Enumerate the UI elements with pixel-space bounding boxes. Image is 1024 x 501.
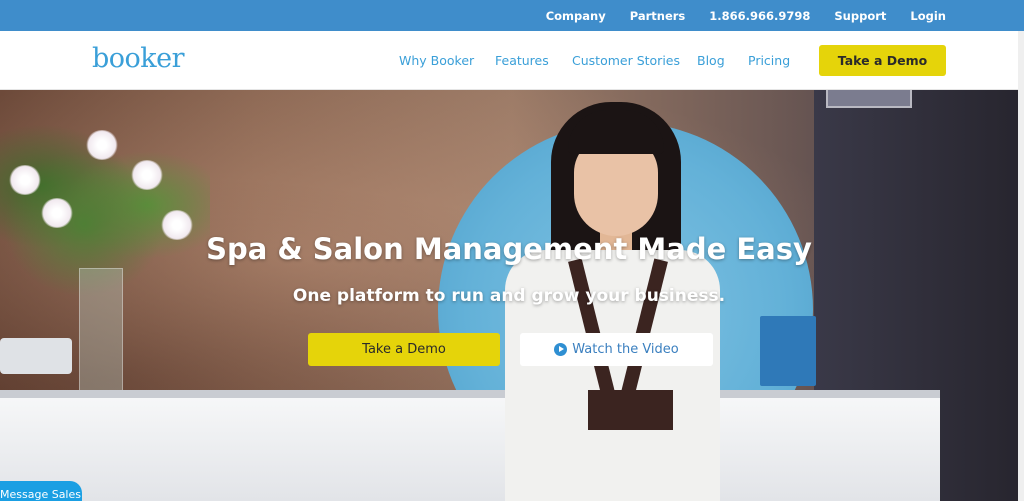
hero-title: Spa & Salon Management Made Easy — [206, 232, 812, 266]
lily-flower — [85, 130, 119, 160]
desk-monitor — [760, 316, 816, 386]
header-take-demo-button[interactable]: Take a Demo — [819, 45, 946, 76]
nav-pricing[interactable]: Pricing — [748, 53, 790, 68]
top-utility-bar: Company Partners 1.866.966.9798 Support … — [0, 0, 1024, 31]
booker-logo[interactable]: booker — [92, 43, 185, 74]
nav-why-booker[interactable]: Why Booker — [399, 53, 474, 68]
hero-subtitle: One platform to run and grow your busine… — [292, 286, 726, 306]
page-scrollbar[interactable] — [1018, 31, 1024, 501]
desk-phone — [0, 338, 72, 374]
lily-flower — [130, 160, 164, 190]
main-header: booker Why Booker Features Customer Stor… — [0, 31, 1024, 90]
hero-section: Spa & Salon Management Made Easy One pla… — [0, 90, 1024, 501]
nav-features[interactable]: Features — [495, 53, 549, 68]
hero-take-demo-button[interactable]: Take a Demo — [308, 333, 500, 366]
message-sales-tab[interactable]: Message Sales — [0, 481, 82, 501]
wall-frame — [826, 90, 912, 108]
support-link[interactable]: Support — [834, 9, 886, 23]
phone-link[interactable]: 1.866.966.9798 — [709, 9, 810, 23]
partners-link[interactable]: Partners — [630, 9, 686, 23]
nav-customer-stories[interactable]: Customer Stories — [572, 53, 680, 68]
login-link[interactable]: Login — [910, 9, 946, 23]
watch-video-button[interactable]: Watch the Video — [520, 333, 713, 366]
watch-video-label: Watch the Video — [572, 342, 679, 357]
play-circle-icon — [554, 343, 568, 356]
lily-flower — [8, 165, 42, 195]
uniform-sash — [588, 390, 673, 430]
nav-blog[interactable]: Blog — [697, 53, 725, 68]
company-link[interactable]: Company — [546, 9, 606, 23]
utility-nav: Company Partners 1.866.966.9798 Support … — [522, 0, 946, 31]
lily-flower — [40, 198, 74, 228]
reception-desk — [0, 398, 940, 501]
